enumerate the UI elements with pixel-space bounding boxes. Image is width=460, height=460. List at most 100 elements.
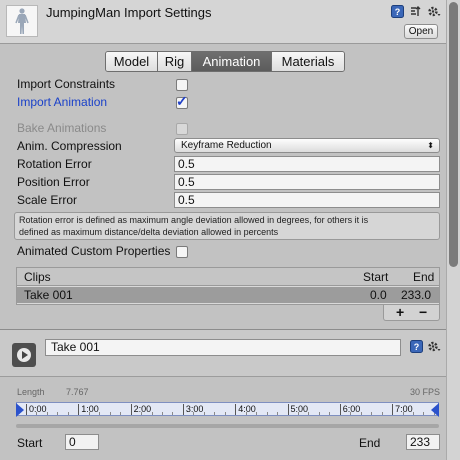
tab-rig[interactable]: Rig	[158, 52, 192, 71]
clip-name-field[interactable]: Take 001	[45, 339, 401, 356]
clip-end-cell: 233.0	[401, 288, 432, 302]
timeline-minor-tick	[193, 412, 195, 415]
inspector-header: JumpingMan Import Settings ? Open	[0, 0, 446, 44]
clips-header-row: Clips Start End	[17, 268, 439, 286]
timeline-minor-tick	[297, 412, 299, 415]
timeline-minor-tick	[141, 412, 143, 415]
import-animation-label: Import Animation	[17, 95, 108, 109]
timeline-tick	[392, 404, 394, 415]
timeline-minor-tick	[371, 412, 373, 415]
start-frame-label: Start	[17, 436, 43, 450]
vertical-scrollbar[interactable]	[446, 0, 460, 460]
end-column-header: End	[413, 270, 435, 284]
timeline-minor-tick	[99, 412, 101, 415]
add-clip-button[interactable]: +	[396, 304, 404, 320]
timeline-tick-label: 1:00	[81, 404, 99, 414]
import-constraints-checkbox[interactable]	[176, 79, 188, 91]
timeline-minor-tick	[109, 412, 111, 415]
timeline-minor-tick	[161, 412, 163, 415]
remove-clip-button[interactable]: −	[419, 304, 427, 320]
clips-footer: + −	[383, 304, 440, 321]
start-column-header: Start	[363, 270, 389, 284]
animated-custom-properties-label: Animated Custom Properties	[17, 244, 171, 258]
bake-animations-label: Bake Animations	[17, 121, 107, 135]
position-error-field[interactable]: 0.5	[174, 174, 440, 190]
end-frame-field[interactable]: 233	[406, 434, 440, 450]
import-tabs: Model Rig Animation Materials	[105, 51, 345, 72]
timeline-ruler[interactable]: 0:00 1:00 2:00 3:00 4:00 5:00 6:00 7:00	[16, 402, 439, 416]
position-error-label: Position Error	[17, 175, 90, 189]
timeline-minor-tick	[36, 412, 38, 415]
play-button[interactable]	[12, 343, 36, 367]
timeline-minor-tick	[413, 412, 415, 415]
timeline-tick	[287, 404, 289, 415]
clips-table: Clips Start End Take 001 0.0 233.0	[16, 267, 440, 305]
timeline-minor-tick	[46, 412, 48, 415]
timeline-tick	[78, 404, 80, 415]
timeline-minor-tick	[277, 412, 279, 415]
tab-model[interactable]: Model	[106, 52, 158, 71]
timeline-tick-label: 7:00	[395, 404, 413, 414]
open-button[interactable]: Open	[404, 24, 438, 39]
timeline-tick-label: 4:00	[238, 404, 256, 414]
timeline-minor-tick	[423, 412, 425, 415]
table-row[interactable]: Take 001 0.0 233.0	[17, 287, 439, 303]
timeline-minor-tick	[203, 412, 205, 415]
timeline-tick	[26, 404, 27, 415]
help-text-line-1: Rotation error is defined as maximum ang…	[19, 215, 369, 225]
rotation-error-field[interactable]: 0.5	[174, 156, 440, 172]
start-frame-field[interactable]: 0	[65, 434, 99, 450]
timeline-tick	[235, 404, 237, 415]
timeline-minor-tick	[256, 412, 258, 415]
timeline-minor-tick	[88, 412, 90, 415]
anim-compression-dropdown[interactable]: Keyframe Reduction ⬍	[174, 138, 440, 153]
start-handle[interactable]	[16, 403, 24, 417]
help-text-line-2: defined as maximum distance/delta deviat…	[19, 227, 279, 237]
timeline-tick-label: 6:00	[342, 404, 361, 414]
clip-start-cell: 0.0	[370, 288, 387, 302]
timeline-tick	[182, 404, 184, 415]
animated-custom-properties-checkbox[interactable]	[176, 246, 188, 258]
timeline-minor-tick	[120, 412, 122, 415]
bake-animations-checkbox	[176, 123, 188, 135]
tab-materials[interactable]: Materials	[272, 52, 344, 71]
checkmark-icon: ✓	[176, 93, 188, 109]
help-icon[interactable]: ?	[391, 5, 404, 18]
end-handle[interactable]	[431, 403, 439, 417]
scale-error-field[interactable]: 0.5	[174, 192, 440, 208]
clip-gear-icon[interactable]	[427, 340, 441, 353]
scale-error-label: Scale Error	[17, 193, 78, 207]
scrollbar-thumb[interactable]	[449, 2, 458, 267]
timeline-tick-label: 0:00	[29, 404, 47, 414]
timeline-minor-tick	[350, 412, 352, 415]
timeline-minor-tick	[57, 412, 59, 415]
timeline-minor-tick	[266, 412, 268, 415]
timeline-tick-label: 3:00	[185, 404, 204, 414]
length-value: 7.767	[66, 387, 89, 397]
svg-text:?: ?	[414, 342, 420, 352]
end-frame-label: End	[359, 436, 381, 450]
import-constraints-label: Import Constraints	[17, 77, 116, 91]
timeline-minor-tick	[67, 412, 69, 415]
rotation-error-label: Rotation Error	[17, 157, 92, 171]
preset-icon[interactable]	[409, 5, 422, 18]
model-thumbnail	[6, 5, 38, 37]
timeline-track	[16, 424, 439, 428]
clip-help-icon[interactable]: ?	[410, 340, 423, 353]
timeline-minor-tick	[151, 412, 153, 415]
length-label: Length	[17, 387, 45, 397]
gear-icon[interactable]	[427, 5, 441, 18]
tab-animation[interactable]: Animation	[192, 52, 272, 71]
fps-label: 30 FPS	[410, 387, 441, 397]
compression-help-box: Rotation error is defined as maximum ang…	[14, 212, 440, 240]
timeline-tick	[339, 404, 341, 415]
timeline-minor-tick	[318, 412, 320, 415]
timeline-minor-tick	[308, 412, 310, 415]
timeline-tick-label: 2:00	[133, 404, 152, 414]
timeline-minor-tick	[402, 412, 404, 415]
page-title: JumpingMan Import Settings	[46, 5, 212, 20]
timeline-minor-tick	[381, 412, 383, 415]
import-animation-checkbox[interactable]: ✓	[176, 93, 188, 109]
timeline-minor-tick	[224, 412, 226, 415]
anim-compression-value: Keyframe Reduction	[181, 140, 272, 151]
